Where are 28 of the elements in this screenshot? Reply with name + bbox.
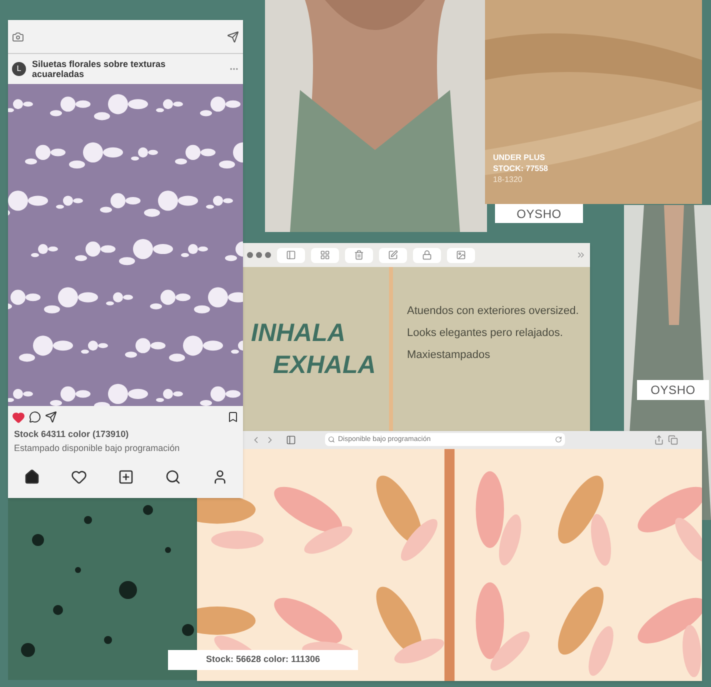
heading-text: INHALA xyxy=(251,318,346,349)
add-icon[interactable] xyxy=(118,468,134,484)
note-text: Looks elegantes pero relajados. xyxy=(407,327,564,339)
chevrons-icon[interactable] xyxy=(576,250,586,260)
caption-title: Stock 64311 color (173910) xyxy=(13,428,130,441)
heading-text: EXHALA xyxy=(272,350,377,381)
send-icon[interactable] xyxy=(227,30,239,42)
caption-text: Estampado disponible bajo programación xyxy=(13,442,181,455)
note-text: Maxiestampados xyxy=(407,349,492,361)
grid-icon[interactable] xyxy=(311,248,339,262)
post-title: Siluetas florales sobre texturas acuareladas xyxy=(32,59,167,79)
note-text: Atuendos con exteriores oversized. xyxy=(407,305,580,317)
image-icon[interactable] xyxy=(447,248,475,262)
brand-tag: OYSHO xyxy=(495,204,583,223)
sidebar-icon[interactable] xyxy=(277,248,305,262)
like-icon[interactable] xyxy=(12,410,25,424)
lock-icon[interactable] xyxy=(413,248,441,262)
home-icon[interactable] xyxy=(24,468,40,484)
search-icon[interactable] xyxy=(164,468,180,484)
bookmark-icon[interactable] xyxy=(227,411,239,423)
sidebar-icon[interactable] xyxy=(285,434,297,445)
send-icon[interactable] xyxy=(45,411,57,423)
heart-icon[interactable] xyxy=(70,468,86,484)
camera-icon[interactable] xyxy=(12,30,24,42)
avatar: L xyxy=(12,62,26,76)
compose-icon[interactable] xyxy=(379,248,407,262)
comment-icon[interactable] xyxy=(29,411,41,423)
trash-icon[interactable] xyxy=(345,248,373,262)
